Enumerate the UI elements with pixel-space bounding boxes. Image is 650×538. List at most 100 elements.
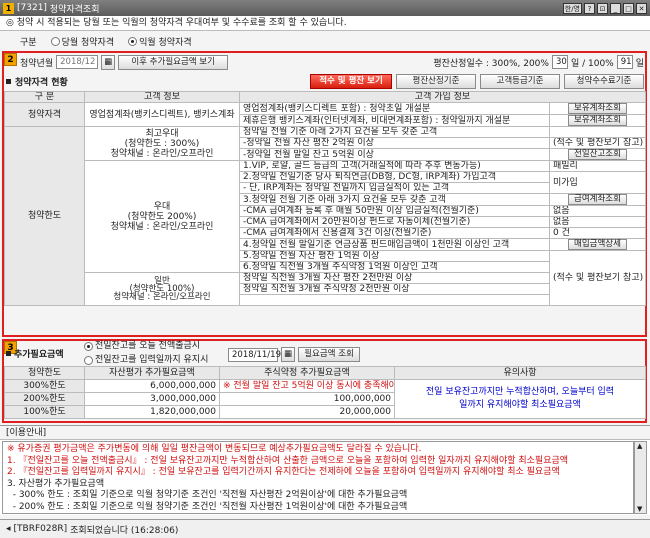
table-row: 일반 (청약한도 100%) 청약채널 : 온라인/오프라인 청약일 직전월 3개월…: [5, 272, 646, 306]
top-tier-info: 최고우대 (청약한도 : 300%) 청약채널 : 온라인/오프라인: [84, 126, 240, 161]
usage-scrollbar[interactable]: [634, 441, 647, 514]
stock-warning-cell: ※ 전월 말일 잔고 5억원 이상 동시에 충족해야 함: [219, 379, 395, 393]
help-button[interactable]: ?: [584, 2, 595, 14]
stock-cell: 20,000,000: [219, 405, 395, 419]
screen-notice: ◎ 청약 시 적용되는 당월 또는 익월의 청약자격 우대여부 및 수수료를 조…: [0, 16, 650, 31]
radio-keep-until-date[interactable]: 전일잔고를 입력일까지 유지시: [84, 355, 208, 366]
gen-tier-info: 일반 (청약한도 100%) 청약채널 : 온라인/오프라인: [84, 272, 240, 306]
account-lookup-button-2[interactable]: 보유계좌조회: [568, 115, 627, 126]
pin-icon[interactable]: ⊡: [597, 2, 608, 14]
minimize-icon[interactable]: _: [610, 2, 621, 14]
radio-on-icon: [128, 36, 138, 46]
need-amount-table: 청약한도 자산평가 추가필요금액 주식약정 추가필요금액 유의사항 300%한도…: [4, 366, 646, 419]
account-lookup-button-1[interactable]: 보유계좌조회: [568, 103, 627, 114]
pref-rule-3: - 단, IRP계좌는 청약일 전일까지 입금실적이 있는 고객: [239, 182, 550, 194]
pref-rule-4: 3.청약일 전월 기준 아래 3가지 요건을 모두 갖춘 고객: [239, 193, 550, 206]
gen-rule-2: 청약일 직전월 3개월 주식약정 2천만원 이상: [239, 283, 550, 295]
limit-cell: 300%한도: [4, 379, 85, 393]
limit-cell: 100%한도: [4, 405, 85, 419]
gen-note: (적수 및 평잔보기 참고): [549, 250, 646, 306]
usage-line: ※ 유가증권 평가금액은 주가변동에 의해 일일 평잔금액이 변동되므로 예상추…: [7, 444, 422, 454]
need-amount-query-button[interactable]: 필요금액 조회: [298, 347, 361, 362]
status-arrow-icon: ◂: [6, 524, 11, 534]
top-rule-3: -청약일 전월 말일 잔고 5억원 이상: [239, 148, 550, 161]
usage-line: - 300% 한도 : 조회일 기준으로 익월 청약기준 조건인 '직전월 자산…: [7, 490, 408, 500]
gen-rule-1: 청약일 직전월 3개월 자산 평잔 2천만원 이상: [239, 272, 550, 284]
section3-controls: 2018/11/19 ▦ 필요금액 조회: [228, 347, 361, 362]
language-toggle-button[interactable]: 한/영: [562, 2, 582, 14]
screen-number-badge: 1: [3, 2, 14, 14]
avg-days-suffix: 일: [635, 58, 644, 69]
radio-next-month[interactable]: 익월 청약자격: [128, 35, 192, 48]
qualification-rule-2: 제휴은행 뱅키스계좌(인터넷계좌, 비대면계좌포함) : 청약일까지 개설분: [239, 114, 550, 127]
maximize-icon[interactable]: □: [623, 2, 634, 14]
qualification-rule-1: 영업점계좌(뱅키스디렉트 포함) : 청약초일 개설분: [239, 102, 550, 115]
calendar-icon[interactable]: ▦: [281, 347, 296, 362]
status-code: [TBRF028R]: [13, 524, 68, 534]
pref-rule-2: 2.청약일 전일기준 당사 퇴직연금(DB형, DC형, IRP계좌) 가입고객: [239, 171, 550, 183]
avg-days-label: 평잔산정일수 : 300%, 200%: [433, 58, 549, 69]
pref-rule-8: 4.청약일 전월 말일기준 연금상품 펀드매입금액이 1천만원 이상인 고객: [239, 238, 550, 251]
fee-standard-button[interactable]: 청약수수료기준: [564, 73, 644, 89]
section2-badge: 2: [4, 53, 17, 66]
col-header-limit: 청약한도: [4, 366, 85, 380]
type-label: 구분: [20, 37, 37, 48]
usage-line: 1. 『전일잔고를 오늘 전액출금시』 : 전일 보유잔고까지만 누적합산하여 …: [7, 455, 569, 466]
prev-balance-button[interactable]: 전일잔고조회: [568, 149, 627, 160]
type-selector-row: 구분 당월 청약자격 익월 청약자격: [0, 31, 650, 51]
pref-value-7: 0 건: [549, 227, 646, 239]
purchase-detail-button[interactable]: 매입금액상세: [568, 239, 627, 250]
qualification-table: 구 분 고객 정보 고객 가입 정보 청약자격 영업점계좌(뱅키스디렉트), 뱅…: [4, 91, 646, 306]
section2-toolbar: 청약년월 2018/12 ▦ 이후 추가필요금액 보기 평잔산정일수 : 300…: [20, 54, 644, 70]
status-title: 청약자격 현황: [15, 77, 68, 88]
pref-value-5: 없음: [549, 205, 646, 217]
asset-cell: 6,000,000,000: [84, 379, 220, 393]
radio-on-icon: [84, 342, 93, 351]
col-header-type: 구 분: [4, 91, 85, 103]
radio-current-month[interactable]: 당월 청약자격: [50, 35, 114, 48]
pref-rule-10: 6.청약일 직전월 3개월 주식약정 1억원 이상인 고객: [239, 261, 550, 273]
caution-cell: 전일 보유잔고까지만 누적합산하며, 오늘부터 입력일까지 유지해야할 최소필요…: [394, 379, 646, 419]
pref-rule-1: 1.VIP, 로얄, 골드 등급의 고객(거래실적에 따라 추후 변동가능): [239, 160, 550, 172]
avg-days-100-input[interactable]: 91: [616, 55, 633, 69]
usage-guide-panel: [이용안내] ※ 유가증권 평가금액은 주가변동에 의해 일일 평잔금액이 변동…: [0, 425, 650, 515]
show-balance-button[interactable]: 적수 및 평잔 보기: [310, 73, 392, 89]
ym-input[interactable]: 2018/12: [56, 55, 99, 69]
usage-line: 3. 자산평가 추가필요금액: [7, 478, 105, 489]
avg-calc-standard-button[interactable]: 평잔산정기준: [396, 73, 476, 89]
usage-guide-title: [이용안내]: [0, 426, 650, 440]
status-message: 조회되었습니다 (16:28:06): [70, 525, 179, 536]
asset-cell: 3,000,000,000: [84, 392, 220, 406]
usage-line: 2. 『전일잔고를 입력일까지 유지시』 : 전일 보유잔고를 입력기간까지 유…: [7, 467, 560, 477]
pref-rule-7: -CMA 급여계좌에서 신용결제 3건 이상(전월기준): [239, 227, 550, 239]
calendar-icon[interactable]: ▦: [101, 54, 116, 70]
radio-withdraw-today[interactable]: 전일잔고를 오늘 전액출금시: [84, 341, 200, 352]
section3-options: 전일잔고를 오늘 전액출금시 전일잔고를 입력일까지 유지시: [84, 341, 208, 369]
grade-standard-button[interactable]: 고객등급기준: [480, 73, 560, 89]
window-titlebar: 1 [7321] 청약자격조회 한/영 ? ⊡ _ □ ✕: [0, 0, 650, 16]
table-row: 청약자격 영업점계좌(뱅키스디렉트), 뱅키스계좌 영업점계좌(뱅키스디렉트 포…: [4, 102, 646, 127]
pref-value-1: 패밀리: [549, 160, 646, 172]
avg-days-200-input[interactable]: 30: [551, 55, 568, 69]
close-icon[interactable]: ✕: [636, 2, 647, 14]
window-title: 청약자격조회: [49, 4, 100, 15]
col-header-join: 고객 가입 정보: [239, 91, 646, 103]
salary-account-button[interactable]: 급여계좌조회: [568, 194, 627, 205]
pref-tier-info: 우대 (청약한도 200%) 청약채널 : 온라인/오프라인: [84, 160, 240, 273]
date-input[interactable]: 2018/11/19: [228, 347, 281, 362]
ym-label: 청약년월: [20, 58, 54, 69]
section3-title: 추가필요금액: [6, 347, 64, 360]
asset-cell: 1,820,000,000: [84, 405, 220, 419]
table-row: 300%한도 6,000,000,000 ※ 전월 말일 잔고 5억원 이상 동…: [4, 379, 646, 419]
square-bullet-icon: [6, 351, 11, 356]
show-need-amount-button[interactable]: 이후 추가필요금액 보기: [118, 54, 229, 70]
usage-guide-text: ※ 유가증권 평가금액은 주가변동에 의해 일일 평잔금액이 변동되므로 예상추…: [2, 441, 634, 514]
screen-number: [7321]: [17, 3, 50, 13]
pref-value-6: 없음: [549, 216, 646, 228]
status-title-row: 청약자격 현황 적수 및 평잔 보기 평잔산정기준 고객등급기준 청약수수료기준: [6, 73, 644, 89]
limit-cell: 200%한도: [4, 392, 85, 406]
avg-days-mid-label: 일 / 100%: [570, 58, 614, 69]
table-header-row: 구 분 고객 정보 고객 가입 정보: [4, 91, 646, 103]
table-row: 청약한도 최고우대 (청약한도 : 300%) 청약채널 : 온라인/오프라인 청약…: [4, 126, 646, 306]
qualification-info: 영업점계좌(뱅키스디렉트), 뱅키스계좌: [84, 102, 240, 127]
